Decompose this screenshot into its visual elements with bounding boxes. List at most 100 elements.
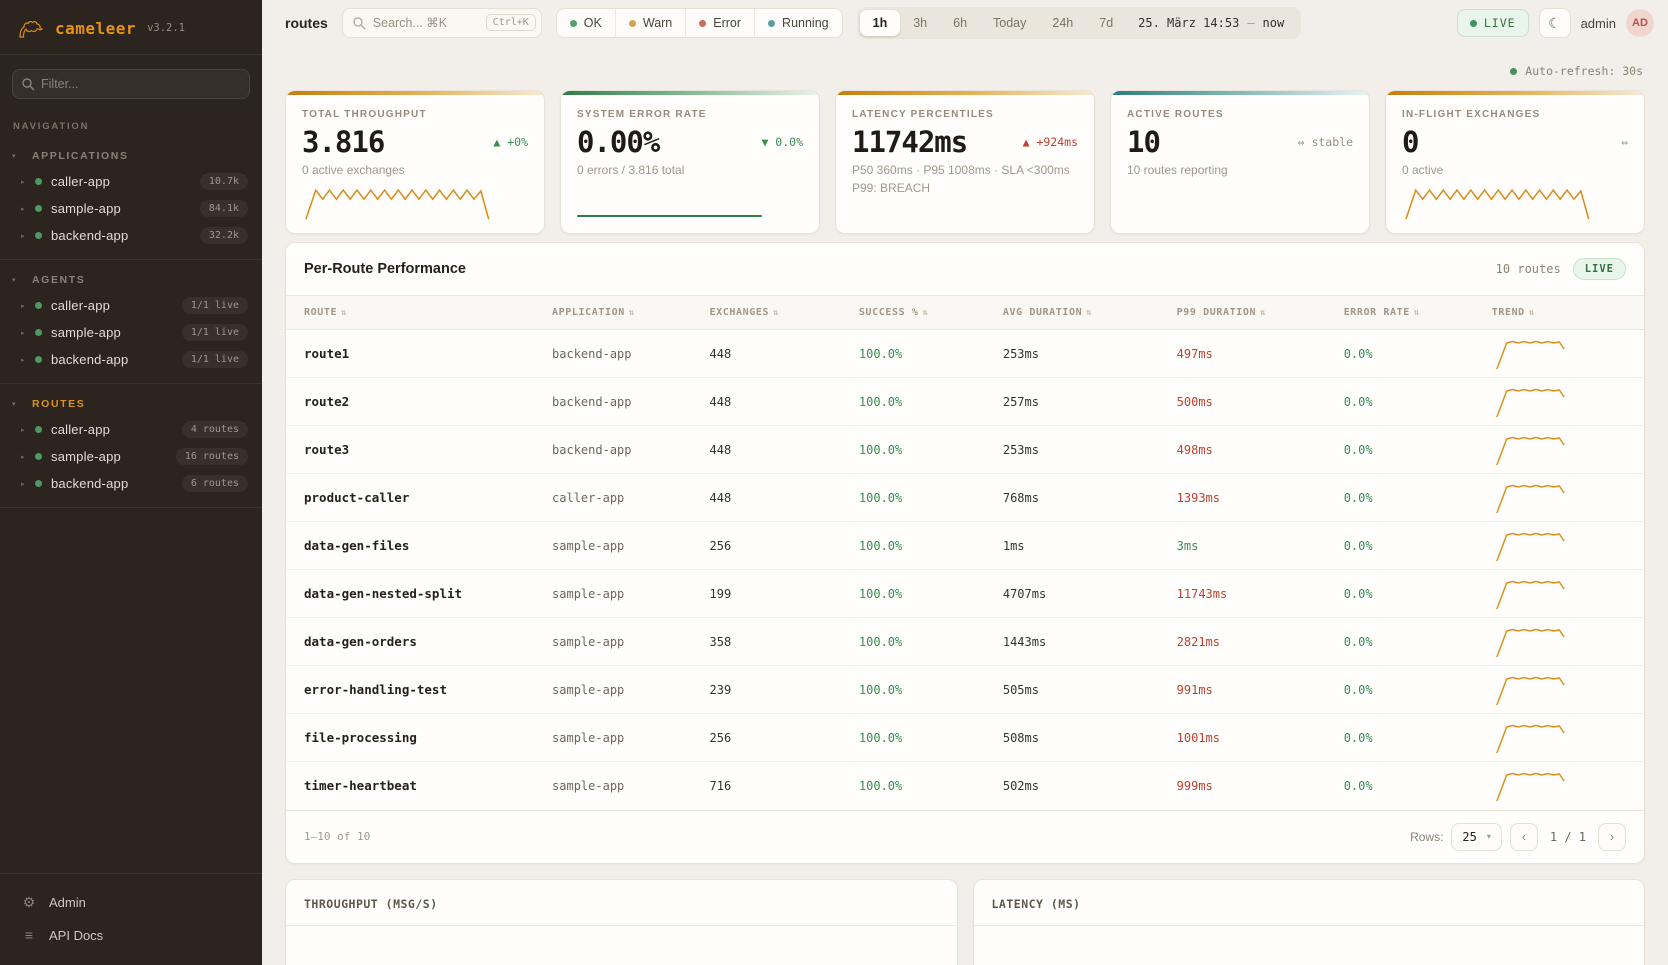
sidebar-item-backend-app[interactable]: ▸ backend-app 6 routes [0, 470, 262, 497]
ok-dot-icon [570, 20, 577, 27]
sidebar-item-sample-app[interactable]: ▸ sample-app 84.1k [0, 195, 262, 222]
sidebar-item-caller-app[interactable]: ▸ caller-app 1/1 live [0, 292, 262, 319]
live-label: LIVE [1484, 16, 1516, 30]
table-row[interactable]: error-handling-test sample-app 239 100.0… [286, 666, 1644, 714]
sidebar-item-caller-app[interactable]: ▸ caller-app 10.7k [0, 168, 262, 195]
sidebar-item-badge: 10.7k [200, 173, 248, 190]
kpi-delta: ▼ 0.0% [761, 135, 803, 149]
column-header-exchanges[interactable]: EXCHANGES⇅ [702, 296, 851, 330]
status-filter-group: OK Warn Error Running [556, 8, 843, 38]
filter-warn-button[interactable]: Warn [616, 9, 686, 37]
cell-exchanges: 716 [710, 779, 732, 793]
filter-input[interactable] [12, 69, 250, 99]
sidebar-item-admin[interactable]: ⚙ Admin [0, 886, 262, 919]
sidebar-item-caller-app[interactable]: ▸ caller-app 4 routes [0, 416, 262, 443]
latency-chart-card: LATENCY (MS) [973, 879, 1646, 965]
warn-dot-icon [629, 20, 636, 27]
sidebar-section-title: APPLICATIONS [32, 150, 129, 162]
filter-running-button[interactable]: Running [755, 9, 842, 37]
card-accent-strip [1111, 91, 1369, 95]
logo[interactable]: cameleer v3.2.1 [0, 0, 262, 55]
filter-label: OK [584, 16, 602, 30]
cell-application: sample-app [552, 731, 624, 745]
sidebar-item-sample-app[interactable]: ▸ sample-app 1/1 live [0, 319, 262, 346]
cell-p99-duration: 497ms [1177, 347, 1213, 361]
table-row[interactable]: route1 backend-app 448 100.0% 253ms 497m… [286, 330, 1644, 378]
table-row[interactable]: data-gen-files sample-app 256 100.0% 1ms… [286, 522, 1644, 570]
next-page-button[interactable]: › [1598, 823, 1626, 851]
column-header-application[interactable]: APPLICATION⇅ [544, 296, 702, 330]
status-dot-icon [35, 480, 42, 487]
sidebar-section-header[interactable]: ▾ AGENTS [0, 268, 262, 292]
column-header-p99-duration[interactable]: P99 DURATION⇅ [1169, 296, 1336, 330]
column-header-trend[interactable]: TREND⇅ [1484, 296, 1644, 330]
filter-error-button[interactable]: Error [686, 9, 755, 37]
table-row[interactable]: timer-heartbeat sample-app 716 100.0% 50… [286, 762, 1644, 810]
cell-route: data-gen-nested-split [304, 586, 462, 601]
time-range-3h[interactable]: 3h [900, 10, 940, 36]
sidebar-section: ▾ APPLICATIONS ▸ caller-app 10.7k ▸ samp… [0, 136, 262, 260]
sidebar-item-badge: 84.1k [200, 200, 248, 217]
filter-ok-button[interactable]: OK [557, 9, 616, 37]
chevron-right-icon: ▸ [21, 453, 35, 461]
column-header-success[interactable]: SUCCESS %⇅ [851, 296, 995, 330]
chevron-right-icon: ▸ [21, 178, 35, 186]
cell-p99-duration: 3ms [1177, 539, 1199, 553]
column-header-error-rate[interactable]: ERROR RATE⇅ [1336, 296, 1484, 330]
table-pagination: 1–10 of 10 Rows: 25 ▾ ‹ 1 / 1 › [286, 810, 1644, 863]
column-header-route[interactable]: ROUTE⇅ [286, 296, 544, 330]
sidebar-item-badge: 1/1 live [182, 324, 248, 341]
column-header-avg-duration[interactable]: AVG DURATION⇅ [995, 296, 1169, 330]
sidebar-nav: ▾ APPLICATIONS ▸ caller-app 10.7k ▸ samp… [0, 136, 262, 508]
time-range-7d[interactable]: 7d [1086, 10, 1126, 36]
prev-page-button[interactable]: ‹ [1510, 823, 1538, 851]
cell-avg-duration: 253ms [1003, 347, 1039, 361]
cell-error-rate: 0.0% [1344, 731, 1373, 745]
cell-application: caller-app [552, 491, 624, 505]
moon-icon: ☾ [1548, 15, 1561, 31]
trend-sparkline [1492, 624, 1570, 660]
throughput-sparkline [302, 181, 528, 221]
time-range-6h[interactable]: 6h [940, 10, 980, 36]
dark-mode-toggle[interactable]: ☾ [1539, 8, 1571, 38]
sidebar-section-header[interactable]: ▾ APPLICATIONS [0, 144, 262, 168]
kpi-value: 0 [1402, 125, 1418, 159]
user-name: admin [1581, 16, 1616, 31]
cell-route: file-processing [304, 730, 417, 745]
time-range-24h[interactable]: 24h [1039, 10, 1086, 36]
menu-icon: ≡ [21, 927, 37, 943]
cell-route: product-caller [304, 490, 409, 505]
cell-p99-duration: 2821ms [1177, 635, 1220, 649]
kpi-delta: ⇔ [1621, 135, 1628, 149]
sort-icon: ⇅ [1260, 308, 1266, 318]
table-row[interactable]: product-caller caller-app 448 100.0% 768… [286, 474, 1644, 522]
time-range-display[interactable]: 25. März 14:53 — now [1126, 16, 1298, 30]
table-row[interactable]: route3 backend-app 448 100.0% 253ms 498m… [286, 426, 1644, 474]
cell-success: 100.0% [859, 491, 902, 505]
table-row[interactable]: route2 backend-app 448 100.0% 257ms 500m… [286, 378, 1644, 426]
throughput-chart-card: THROUGHPUT (MSG/S) [285, 879, 958, 965]
table-row[interactable]: data-gen-nested-split sample-app 199 100… [286, 570, 1644, 618]
keyboard-shortcut-badge: Ctrl+K [486, 14, 536, 31]
cell-exchanges: 256 [710, 731, 732, 745]
sidebar-item-sample-app[interactable]: ▸ sample-app 16 routes [0, 443, 262, 470]
app-name: cameleer [55, 19, 136, 38]
sidebar-item-backend-app[interactable]: ▸ backend-app 1/1 live [0, 346, 262, 373]
table-row[interactable]: file-processing sample-app 256 100.0% 50… [286, 714, 1644, 762]
page-indicator: 1 / 1 [1546, 830, 1590, 844]
chevron-right-icon: ▸ [21, 232, 35, 240]
time-range-1h[interactable]: 1h [860, 10, 901, 36]
rows-per-page-select[interactable]: 25 ▾ [1451, 823, 1501, 851]
avatar[interactable]: AD [1626, 9, 1654, 37]
table-row[interactable]: data-gen-orders sample-app 358 100.0% 14… [286, 618, 1644, 666]
live-status-badge[interactable]: LIVE [1457, 9, 1529, 37]
sidebar-section-header[interactable]: ▾ ROUTES [0, 392, 262, 416]
sidebar-item-api-docs[interactable]: ≡ API Docs [0, 919, 262, 951]
main-content: Auto-refresh: 30s TOTAL THROUGHPUT 3.816… [262, 46, 1668, 965]
kpi-value: 11742ms [852, 125, 967, 159]
time-range-today[interactable]: Today [980, 10, 1039, 36]
sidebar-item-backend-app[interactable]: ▸ backend-app 32.2k [0, 222, 262, 249]
table-header-row: ROUTE⇅ APPLICATION⇅ EXCHANGES⇅ SUCCESS %… [286, 296, 1644, 330]
route-table-body: route1 backend-app 448 100.0% 253ms 497m… [286, 330, 1644, 810]
sidebar-section-title: ROUTES [32, 398, 85, 410]
